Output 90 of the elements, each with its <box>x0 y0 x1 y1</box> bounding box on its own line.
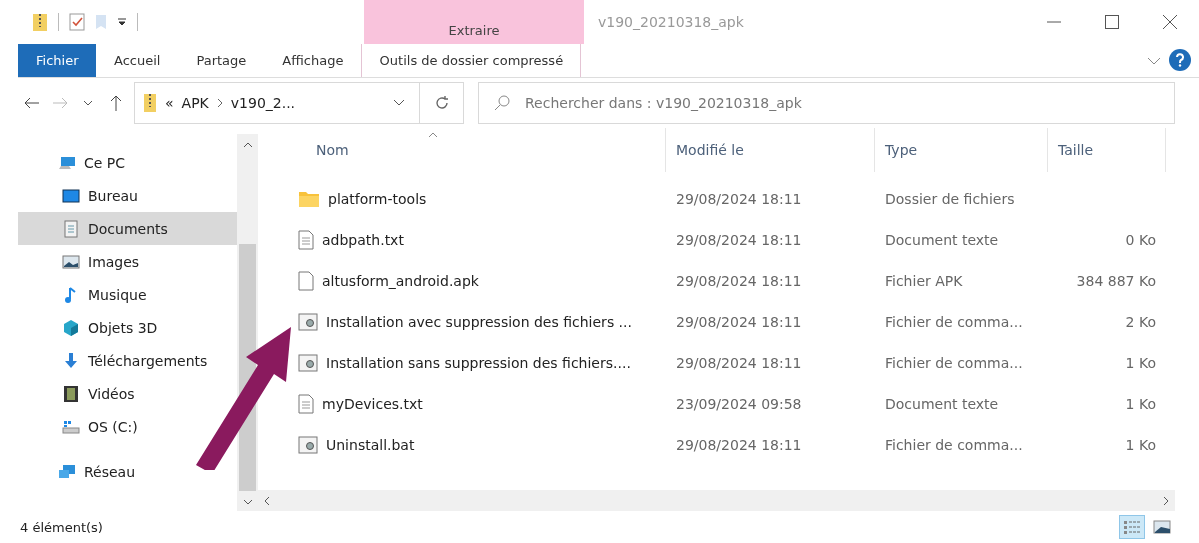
gear-file-icon <box>298 312 318 331</box>
search-icon <box>494 95 510 111</box>
refresh-icon <box>433 95 450 111</box>
nav-item[interactable]: Réseau <box>18 455 142 488</box>
chevron-up-icon <box>242 142 253 148</box>
dropdown-icon[interactable] <box>393 99 405 107</box>
chevron-right-icon <box>1163 495 1169 506</box>
nav-item[interactable]: OS (C:) <box>18 410 144 443</box>
nav-item[interactable]: Musique <box>18 278 153 311</box>
table-cell-text: Fichier de comma... <box>884 313 1024 330</box>
film-icon <box>62 384 80 403</box>
chevron-down-icon <box>242 499 253 505</box>
nav-item[interactable]: Téléchargements <box>18 344 214 377</box>
chevron-left-icon <box>264 495 270 506</box>
maximize-icon <box>1105 15 1119 29</box>
file-name[interactable]: adbpath.txt <box>322 231 404 248</box>
table-cell-text: Fichier de comma... <box>884 436 1024 453</box>
table-cell-text: 29/08/2024 18:11 <box>675 190 803 207</box>
table-cell-text: Dossier de fichiers <box>884 190 1016 207</box>
breadcrumb[interactable]: APK <box>181 95 209 111</box>
desktop-icon <box>62 186 80 205</box>
breadcrumb[interactable]: v190_2... <box>230 95 296 111</box>
table-cell-text: 1 Ko <box>1124 395 1157 412</box>
table-cell-text: 2 Ko <box>1124 313 1157 330</box>
refresh-button[interactable] <box>420 82 464 124</box>
chevron-right-icon <box>216 98 223 108</box>
search-field[interactable]: Rechercher dans : v190_20210318_apk <box>478 82 1175 124</box>
ribbon-tab[interactable]: Outils de dossier compressé <box>361 44 582 77</box>
document-icon <box>62 219 80 238</box>
image-icon <box>1153 520 1171 534</box>
table-cell-text: 384 887 Ko <box>1075 272 1157 289</box>
table-cell-text: 29/08/2024 18:11 <box>675 313 803 330</box>
nav-item[interactable]: Vidéos <box>18 377 141 410</box>
dropdown-icon[interactable] <box>117 17 127 27</box>
text-file-icon <box>298 229 314 250</box>
file-icon <box>298 270 314 291</box>
file-name[interactable]: platform-tools <box>328 190 427 207</box>
nav-item[interactable]: Documents <box>18 212 237 245</box>
context-tab-label: Extraire <box>364 0 584 44</box>
up-arrow-icon <box>110 95 122 111</box>
file-name[interactable]: Installation avec suppression des fichiers ... <box>326 313 632 330</box>
minimize-icon <box>1047 21 1061 23</box>
nav-item[interactable]: Ce PC <box>18 146 132 179</box>
file-name[interactable]: myDevices.txt <box>322 395 423 412</box>
chevron-down-icon[interactable] <box>1147 56 1161 65</box>
zip-folder-icon[interactable] <box>32 12 48 32</box>
help-icon[interactable] <box>1169 49 1191 71</box>
list-icon <box>1123 519 1141 535</box>
table-cell-text: 23/09/2024 09:58 <box>675 395 803 412</box>
cube-icon <box>62 318 80 337</box>
address-bar[interactable]: « APK v190_2... <box>134 82 420 124</box>
text-file-icon <box>298 393 314 414</box>
checklist-icon[interactable] <box>69 13 85 31</box>
table-cell-text: Fichier de comma... <box>884 354 1024 371</box>
image-icon <box>62 252 80 271</box>
right-arrow-icon <box>52 97 68 109</box>
column-header[interactable]: Modifié le <box>666 128 875 172</box>
zip-folder-icon <box>143 93 157 113</box>
gear-file-icon <box>298 435 318 454</box>
table-cell-text: Document texte <box>884 395 1000 412</box>
file-name[interactable]: Installation sans suppression des fichiers.... <box>326 354 631 371</box>
nav-item[interactable]: Objets 3D <box>18 311 164 344</box>
table-cell-text: 0 Ko <box>1124 231 1157 248</box>
horizontal-scrollbar[interactable] <box>258 490 1175 511</box>
nav-item[interactable]: Bureau <box>18 179 144 212</box>
network-icon <box>58 462 76 481</box>
ribbon-tab[interactable]: Fichier <box>18 44 96 77</box>
table-cell-text: 29/08/2024 18:11 <box>675 231 803 248</box>
gear-file-icon <box>298 353 318 372</box>
chevron-down-icon <box>83 100 93 106</box>
nav-item[interactable]: Images <box>18 245 146 278</box>
table-cell-text: 1 Ko <box>1124 354 1157 371</box>
table-cell-text: Fichier APK <box>884 272 964 289</box>
window-title: v190_20210318_apk <box>597 14 745 30</box>
table-cell-text: Document texte <box>884 231 1000 248</box>
file-name[interactable]: altusform_android.apk <box>322 272 479 289</box>
column-header[interactable]: Nom <box>258 128 666 172</box>
table-cell-text: 29/08/2024 18:11 <box>675 272 803 289</box>
left-arrow-icon <box>24 97 40 109</box>
file-name[interactable]: Uninstall.bat <box>326 436 415 453</box>
column-header[interactable]: Type <box>875 128 1048 172</box>
table-cell-text: 1 Ko <box>1124 436 1157 453</box>
download-arrow-icon <box>62 351 80 370</box>
item-count: 4 élément(s) <box>19 519 103 535</box>
folder-icon <box>298 189 320 208</box>
table-cell-text: 29/08/2024 18:11 <box>675 354 803 371</box>
column-header[interactable]: Taille <box>1048 128 1166 172</box>
close-icon <box>1162 14 1178 30</box>
table-cell-text: 29/08/2024 18:11 <box>675 436 803 453</box>
overflow-button[interactable]: « <box>165 95 174 111</box>
